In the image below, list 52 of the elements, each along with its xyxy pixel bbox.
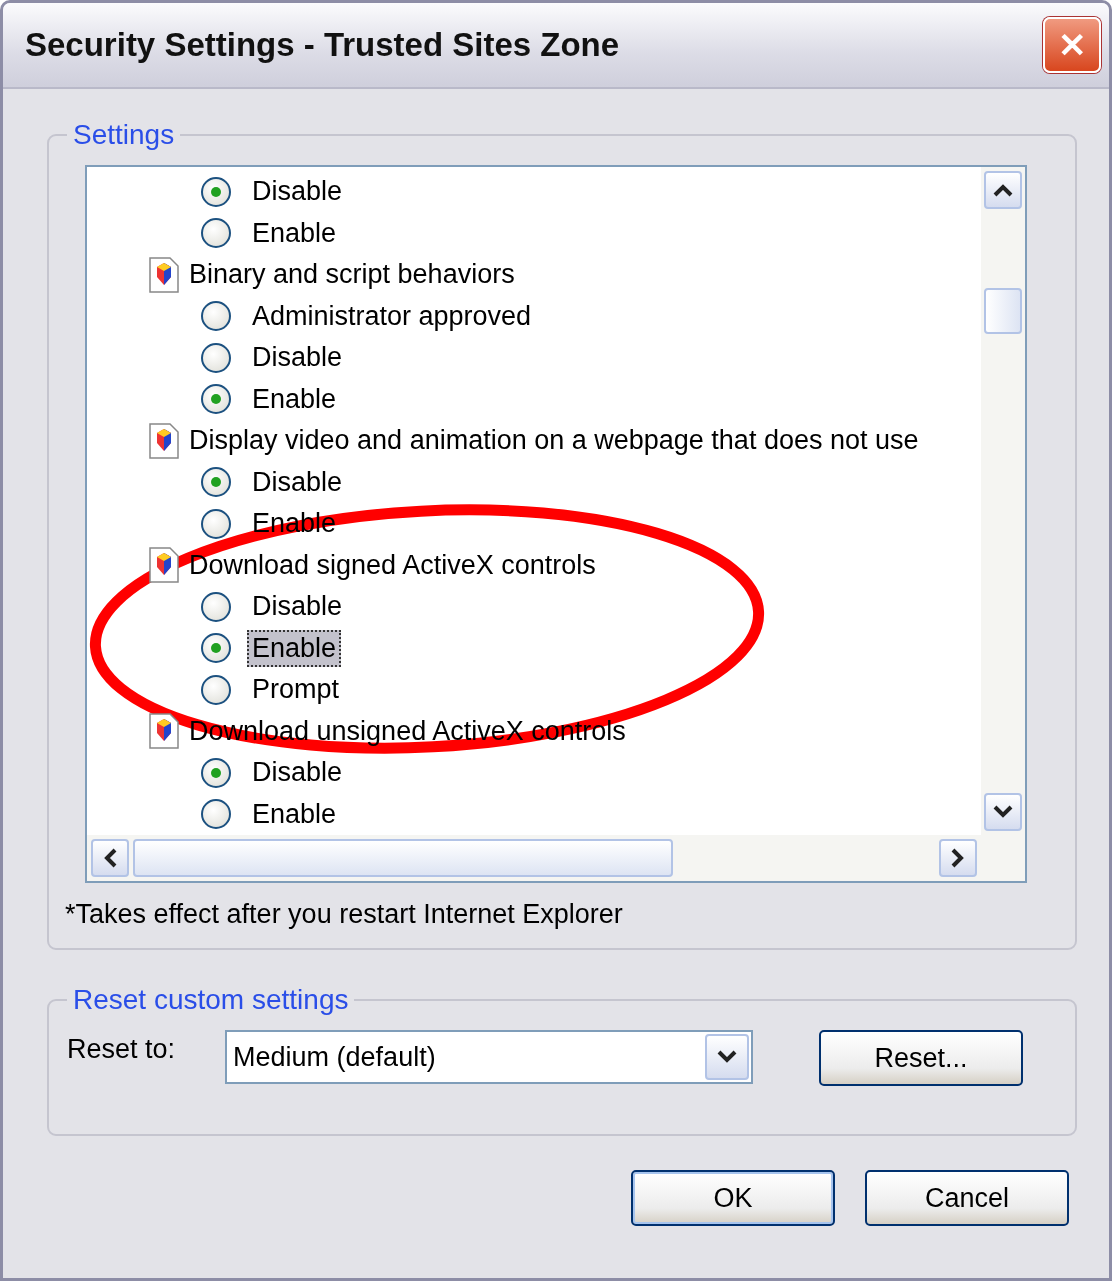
radio-button[interactable] <box>201 218 231 249</box>
scroll-left-button[interactable] <box>91 839 129 877</box>
chevron-down-icon <box>993 805 1013 819</box>
radio-button[interactable] <box>201 176 231 207</box>
scroll-right-button[interactable] <box>939 839 977 877</box>
group-title: Settings <box>72 119 176 151</box>
reset-label: Reset to: <box>67 1033 176 1065</box>
shield-icon <box>149 547 179 584</box>
chevron-down-icon <box>717 1050 738 1064</box>
chevron-right-icon <box>951 848 965 868</box>
setting-heading: Download signed ActiveX controls <box>189 549 596 581</box>
radio-button[interactable] <box>201 467 231 498</box>
radio-button[interactable] <box>201 757 231 788</box>
restart-note: *Takes effect after you restart Internet Explorer <box>65 898 624 930</box>
reset-button[interactable]: Reset... <box>819 1030 1024 1086</box>
option-label[interactable]: Disable <box>247 339 348 377</box>
option-label[interactable]: Enable <box>247 795 342 833</box>
option-label[interactable]: Administrator approved <box>247 297 537 335</box>
radio-button[interactable] <box>201 508 231 539</box>
radio-button[interactable] <box>201 674 231 705</box>
chevron-up-icon <box>993 183 1013 197</box>
shield-icon <box>149 713 179 750</box>
scroll-thumb[interactable] <box>133 839 673 877</box>
ok-button[interactable]: OK <box>631 1170 835 1226</box>
scroll-thumb[interactable] <box>984 288 1022 334</box>
option-label[interactable]: Disable <box>247 754 348 792</box>
setting-heading: Binary and script behaviors <box>189 259 515 291</box>
radio-button[interactable] <box>201 301 231 332</box>
radio-button[interactable] <box>201 633 231 664</box>
chevron-left-icon <box>103 848 117 868</box>
option-label[interactable]: Enable <box>247 214 342 252</box>
cancel-button[interactable]: Cancel <box>865 1170 1069 1226</box>
radio-button[interactable] <box>201 384 231 415</box>
setting-heading: Display video and animation on a webpage that does not use <box>189 425 919 457</box>
option-label[interactable]: Disable <box>247 173 348 211</box>
option-label[interactable]: Disable <box>247 463 348 501</box>
horizontal-scrollbar[interactable] <box>87 835 981 881</box>
scroll-up-button[interactable] <box>984 171 1022 209</box>
option-label[interactable]: Disable <box>247 588 348 626</box>
group-title: Reset custom settings <box>72 984 350 1016</box>
window-title: Security Settings - Trusted Sites Zone <box>25 26 620 64</box>
radio-button[interactable] <box>201 591 231 622</box>
radio-button[interactable] <box>201 799 231 830</box>
option-label[interactable]: Enable <box>247 629 342 667</box>
shield-icon <box>149 256 179 293</box>
vertical-scrollbar[interactable] <box>981 167 1025 835</box>
option-label[interactable]: Prompt <box>247 671 345 709</box>
scroll-down-button[interactable] <box>984 793 1022 831</box>
radio-button[interactable] <box>201 342 231 373</box>
level-dropdown[interactable]: Medium (default) <box>225 1030 754 1084</box>
option-label[interactable]: Enable <box>247 380 342 418</box>
shield-icon <box>149 422 179 459</box>
